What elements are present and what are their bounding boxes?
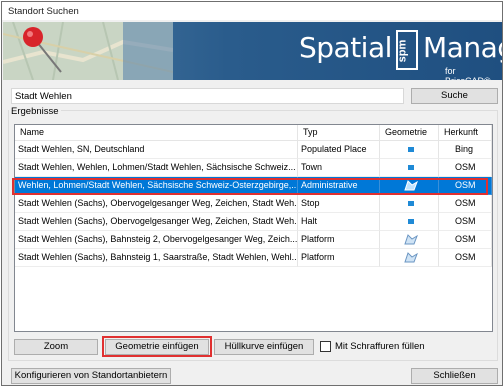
spatial-manager-banner: Spatial spm Manager for BricsCAD®	[3, 22, 502, 80]
cell-name: Stadt Wehlen (Sachs), Obervogelgesanger …	[15, 195, 298, 213]
cell-type: Populated Place	[298, 141, 380, 159]
column-header-source[interactable]: Herkunft	[439, 125, 492, 141]
selected-row-highlight	[12, 178, 488, 195]
results-group-label: Ergebnisse	[9, 106, 61, 117]
cell-name: Stadt Wehlen (Sachs), Bahnsteig 2, Oberv…	[15, 231, 298, 249]
table-row[interactable]: Stadt Wehlen (Sachs), Bahnsteig 2, Oberv…	[15, 231, 492, 249]
column-header-name[interactable]: Name	[15, 125, 298, 141]
search-input[interactable]	[11, 88, 404, 104]
cell-source: OSM	[439, 213, 492, 231]
table-row[interactable]: Stadt Wehlen, Wehlen, Lohmen/Stadt Wehle…	[15, 159, 492, 177]
brand-badge-text: spm	[396, 39, 409, 63]
brand-spatial: Spatial	[299, 31, 392, 64]
column-header-geometry[interactable]: Geometrie	[380, 125, 439, 141]
cell-source: OSM	[439, 195, 492, 213]
spm-badge: spm	[396, 30, 418, 70]
cell-name: Stadt Wehlen, Wehlen, Lohmen/Stadt Wehle…	[15, 159, 298, 177]
standort-suchen-dialog: Standort Suchen Spatial spm Manager for …	[1, 1, 503, 386]
polygon-geometry-icon	[380, 249, 439, 267]
cell-type: Town	[298, 159, 380, 177]
cell-source: OSM	[439, 231, 492, 249]
table-row[interactable]: Stadt Wehlen, SN, Deutschland Populated P…	[15, 141, 492, 159]
table-row[interactable]: Stadt Wehlen (Sachs), Obervogelgesanger …	[15, 213, 492, 231]
cell-name: Stadt Wehlen, SN, Deutschland	[15, 141, 298, 159]
cell-name: Stadt Wehlen (Sachs), Obervogelgesanger …	[15, 213, 298, 231]
cell-source: OSM	[439, 249, 492, 267]
map-pin-image	[3, 22, 173, 80]
insert-hull-button[interactable]: Hüllkurve einfügen	[214, 339, 314, 355]
cell-source: OSM	[439, 159, 492, 177]
hatch-checkbox-label[interactable]: Mit Schraffuren füllen	[335, 341, 425, 352]
title-bar: Standort Suchen	[2, 2, 502, 20]
cell-type: Platform	[298, 249, 380, 267]
cell-type: Halt	[298, 213, 380, 231]
point-geometry-icon	[380, 195, 439, 213]
configure-providers-button[interactable]: Konfigurieren von Standortanbietern	[11, 368, 171, 384]
cell-source: Bing	[439, 141, 492, 159]
cell-name: Stadt Wehlen (Sachs), Bahnsteig 1, Saars…	[15, 249, 298, 267]
column-header-type[interactable]: Typ	[298, 125, 380, 141]
point-geometry-icon	[380, 141, 439, 159]
search-button[interactable]: Suche	[411, 88, 498, 104]
polygon-geometry-icon	[380, 231, 439, 249]
brand-sub: for BricsCAD®	[445, 66, 491, 80]
insert-geometry-highlight	[102, 336, 212, 357]
brand-manager: Manager	[423, 31, 502, 64]
zoom-button[interactable]: Zoom	[14, 339, 98, 355]
results-list[interactable]: Name Typ Geometrie Herkunft Stadt Wehlen…	[14, 124, 493, 332]
table-row[interactable]: Stadt Wehlen (Sachs), Bahnsteig 1, Saars…	[15, 249, 492, 267]
point-geometry-icon	[380, 213, 439, 231]
window-title: Standort Suchen	[8, 6, 79, 17]
hatch-checkbox[interactable]	[320, 341, 331, 352]
cell-type: Platform	[298, 231, 380, 249]
cell-type: Stop	[298, 195, 380, 213]
close-button[interactable]: Schließen	[411, 368, 498, 384]
table-row[interactable]: Stadt Wehlen (Sachs), Obervogelgesanger …	[15, 195, 492, 213]
point-geometry-icon	[380, 159, 439, 177]
